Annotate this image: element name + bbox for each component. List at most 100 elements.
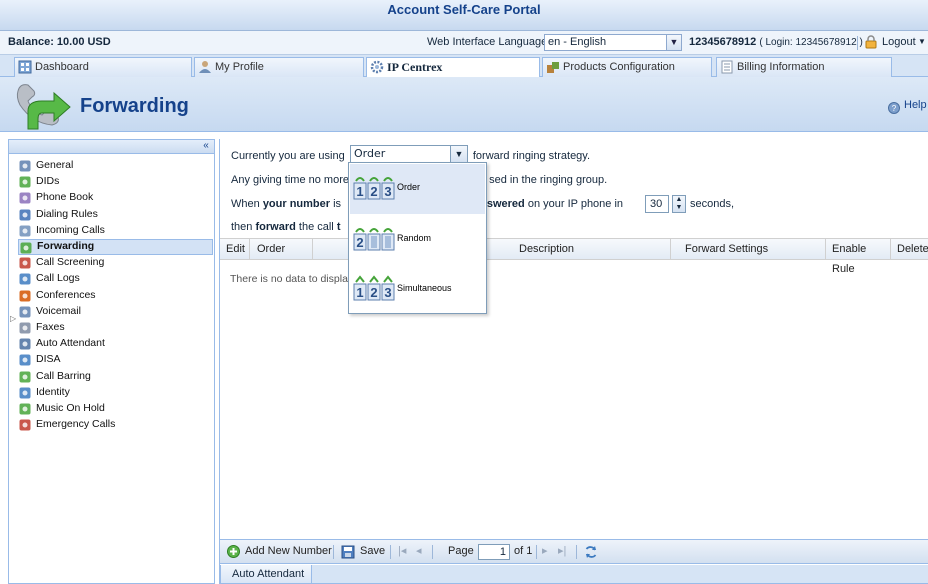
strategy-suffix: forward ringing strategy. [472, 150, 591, 162]
first-page-icon[interactable]: |◂ [398, 540, 406, 563]
tab-label: IP Centrex [387, 60, 443, 74]
auto-attendant-icon [19, 338, 31, 350]
order-icon: 1 2 3 [353, 177, 395, 200]
call-screening-icon [19, 257, 31, 269]
sidebar-item-identity[interactable]: Identity [18, 385, 213, 401]
timeout-text: on your IP phone in [527, 198, 624, 210]
sidebar-item-faxes[interactable]: Faxes [18, 320, 213, 336]
add-new-number-button[interactable]: Add New Number [245, 540, 332, 563]
next-page-icon[interactable]: ▸ [542, 540, 548, 563]
divider [536, 545, 537, 559]
music-icon [19, 403, 31, 415]
random-icon: 2 [353, 228, 395, 251]
chevron-down-icon[interactable]: ▼ [450, 146, 467, 162]
sidebar-item-general[interactable]: General [18, 158, 213, 174]
seconds-input[interactable]: 30 [645, 195, 669, 213]
previous-page-icon[interactable]: ◂ [416, 540, 422, 563]
tab-products-configuration[interactable]: Products Configuration [542, 57, 712, 77]
forward-bold-text: t [336, 221, 341, 233]
account-number: 12345678912 [689, 36, 757, 48]
column-enable-rule[interactable]: Enable Rule [826, 239, 891, 275]
column-edit[interactable]: Edit [220, 239, 250, 259]
tab-billing-information[interactable]: Billing Information [716, 57, 892, 77]
ringing-group-prefix: Any giving time no more [231, 174, 349, 186]
option-random[interactable]: 2 Random [350, 215, 485, 265]
expand-arrow-icon[interactable]: ▷ [10, 314, 16, 323]
sidebar-item-emergency-calls[interactable]: Emergency Calls [18, 417, 213, 433]
page-label: Page [448, 545, 474, 557]
page-header: Forwarding ? Help [0, 77, 928, 132]
sidebar-item-label: Incoming Calls [36, 223, 105, 236]
strategy-value: Order [354, 147, 386, 160]
sidebar-item-disa[interactable]: DISA [18, 352, 213, 368]
svg-text:2: 2 [370, 285, 377, 300]
sidebar-item-call-screening[interactable]: Call Screening [18, 255, 213, 271]
option-simultaneous[interactable]: 1 2 3 Simultaneous [350, 265, 485, 315]
sidebar-item-call-barring[interactable]: Call Barring [18, 369, 213, 385]
sidebar-item-call-logs[interactable]: Call Logs [18, 271, 213, 287]
products-icon [547, 62, 559, 73]
page-number-input[interactable]: 1 [478, 544, 510, 560]
lock-icon[interactable] [864, 35, 878, 49]
column-delete[interactable]: Delete [891, 239, 928, 259]
sidebar-item-label: Phone Book [36, 191, 94, 204]
option-order[interactable]: 1 2 3 Order [350, 164, 485, 214]
divider [576, 545, 577, 559]
chevron-down-icon[interactable]: ▼ [918, 31, 926, 53]
svg-text:?: ? [892, 104, 897, 113]
sidebar-item-label: Voicemail [36, 304, 81, 317]
sidebar-item-auto-attendant[interactable]: Auto Attendant [18, 336, 213, 352]
save-icon[interactable] [341, 545, 355, 559]
option-label: Random [397, 233, 432, 243]
main-panel: Currently you are using forward ringing … [219, 139, 928, 584]
last-page-icon[interactable]: ▸| [558, 540, 566, 563]
help-link[interactable]: Help [904, 99, 927, 111]
collapse-sidebar-button[interactable]: « [200, 140, 212, 152]
sidebar-item-label: Identity [36, 385, 70, 398]
refresh-icon[interactable] [584, 545, 598, 559]
main-tab-bar: Dashboard My Profile IP Centrex Products… [0, 55, 928, 77]
emergency-icon [19, 419, 31, 431]
dialing-rules-icon [19, 209, 31, 221]
sidebar-item-label: Call Screening [36, 256, 105, 269]
voicemail-icon [19, 306, 31, 318]
sidebar-item-conferences[interactable]: Conferences [18, 288, 213, 304]
logout-button[interactable]: Logout [882, 31, 916, 53]
divider [333, 545, 334, 559]
save-button[interactable]: Save [360, 540, 385, 563]
ringing-group-suffix: sed in the ringing group. [489, 174, 608, 186]
sidebar-item-incoming-calls[interactable]: Incoming Calls [18, 223, 213, 239]
language-label: Web Interface Language: [427, 36, 551, 48]
chevron-down-icon[interactable]: ▼ [666, 35, 681, 50]
column-order[interactable]: Order [250, 239, 313, 259]
svg-text:2: 2 [356, 235, 363, 250]
tab-auto-attendant[interactable]: Auto Attendant [220, 565, 312, 584]
sidebar-item-label: Call Barring [36, 369, 91, 382]
sidebar-item-forwarding[interactable]: Forwarding [18, 239, 213, 255]
sidebar-item-music-on-hold[interactable]: Music On Hold [18, 401, 213, 417]
sidebar: « General DIDs Phone Book Dialing Rules Inco… [8, 139, 215, 584]
seconds-spinner[interactable]: ▲ ▼ [672, 195, 686, 213]
strategy-select[interactable]: Order ▼ [350, 145, 468, 163]
sidebar-item-label: Faxes [36, 321, 65, 333]
sidebar-item-voicemail[interactable]: Voicemail [18, 304, 213, 320]
svg-text:1: 1 [356, 285, 363, 300]
disa-icon [19, 354, 31, 366]
document-icon [721, 60, 733, 74]
tab-ip-centrex[interactable]: IP Centrex [366, 57, 540, 77]
sidebar-item-phone-book[interactable]: Phone Book [18, 190, 213, 206]
sidebar-header: « [9, 140, 214, 154]
account-info: 12345678912 ( Login: 12345678912 ) [689, 31, 863, 54]
add-icon[interactable] [227, 545, 240, 558]
column-forward-settings[interactable]: Forward Settings [671, 239, 826, 259]
fax-icon [19, 322, 31, 334]
sidebar-item-dids[interactable]: DIDs [18, 174, 213, 190]
help-icon[interactable]: ? [888, 102, 900, 114]
phone-book-icon [19, 192, 31, 204]
tab-label: Dashboard [35, 61, 89, 73]
tab-dashboard[interactable]: Dashboard [14, 57, 192, 77]
sidebar-item-dialing-rules[interactable]: Dialing Rules [18, 207, 213, 223]
language-select[interactable]: en - English ▼ [544, 34, 682, 51]
divider [857, 36, 858, 50]
tab-my-profile[interactable]: My Profile [194, 57, 364, 77]
